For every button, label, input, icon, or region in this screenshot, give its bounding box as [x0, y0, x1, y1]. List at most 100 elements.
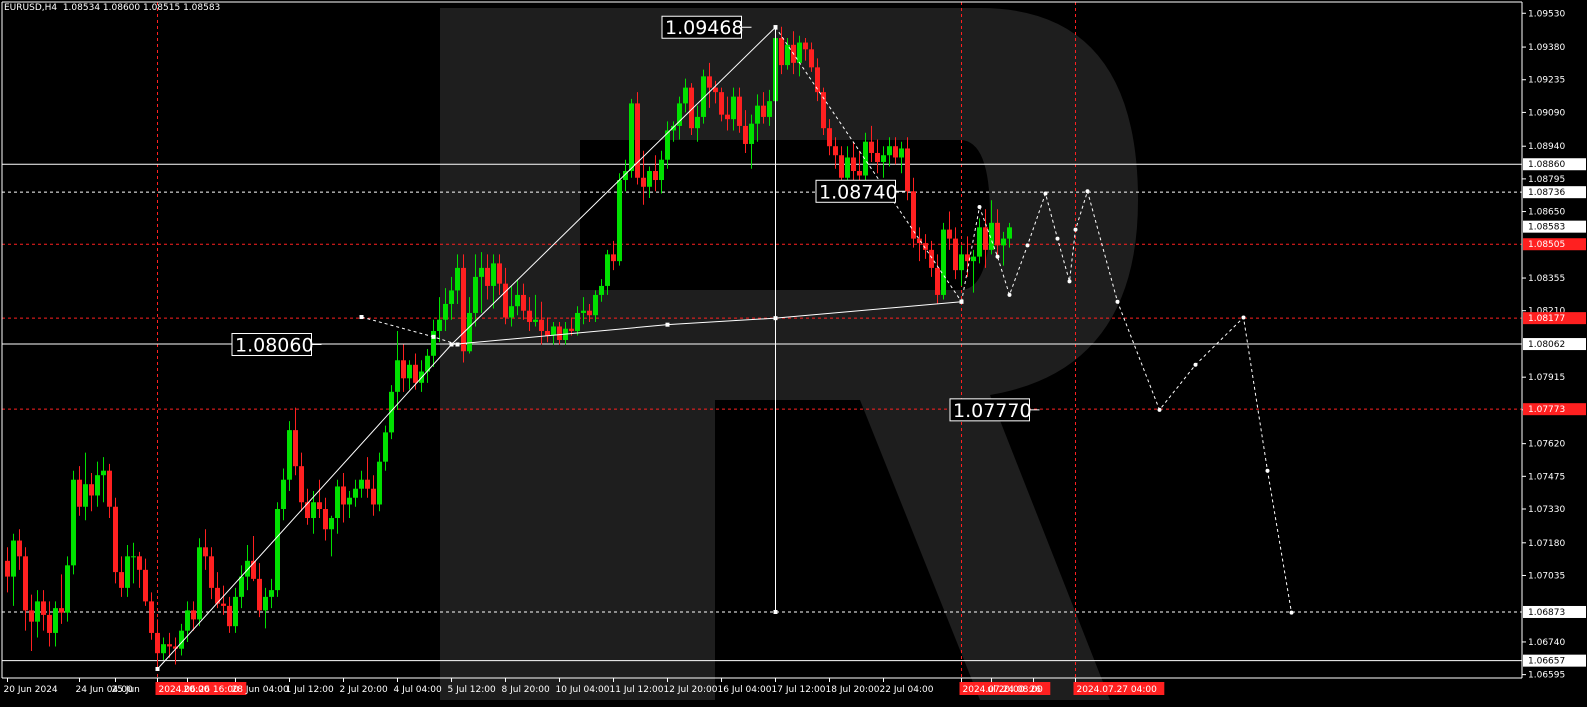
candle-body [761, 105, 766, 117]
candle-body [413, 364, 418, 383]
candle-body [263, 596, 268, 611]
y-tick-label: 1.08940 [1528, 142, 1565, 152]
y-tick-label: 1.08355 [1528, 274, 1565, 284]
candle-body [875, 152, 880, 162]
candle-body [743, 125, 748, 144]
x-tick-label: 8 Jul 20:00 [502, 685, 551, 695]
candle-body [893, 146, 898, 158]
y-tick-label: 1.07475 [1528, 472, 1565, 482]
price-marker-label: 1.08060 [235, 335, 314, 357]
candle-body [977, 227, 982, 257]
y-tick-label: 1.09235 [1528, 76, 1565, 86]
y-tick-label: 1.09090 [1528, 108, 1565, 118]
candle-body [731, 96, 736, 120]
candle-body [803, 42, 808, 50]
x-tick-label: 20 Jun 2024 [4, 685, 58, 695]
candle-body [881, 155, 886, 162]
price-chart[interactable]: 1.09468 1.08060 1.08740 1.07770 1.09530 1.09… [0, 0, 1587, 707]
candle-body [119, 572, 124, 588]
candle-body [29, 610, 34, 622]
y-tick-label: 1.06740 [1528, 638, 1565, 648]
candle-body [959, 254, 964, 271]
x-tick-label: 11 Jul 12:00 [610, 685, 664, 695]
y-tick-label: 1.08650 [1528, 208, 1565, 218]
candle-body [437, 319, 442, 331]
candle-body [929, 249, 934, 268]
candle-body [539, 319, 544, 331]
level-price-label: 1.08062 [1528, 340, 1565, 350]
candle-body [71, 479, 76, 566]
x-tick-label: 1 Jul 12:00 [286, 685, 335, 695]
x-tick-label: ul 20:00 [988, 685, 1025, 695]
candle-body [269, 590, 274, 597]
candle-body [257, 578, 262, 611]
forecast-node [1073, 227, 1078, 232]
candle-body [611, 254, 616, 262]
forecast-node [977, 205, 982, 210]
candle-body [737, 96, 742, 126]
candle-body [305, 502, 310, 519]
candle-body [995, 222, 1000, 246]
y-tick-label: 1.09380 [1528, 43, 1565, 53]
price-marker-label: 1.09468 [665, 17, 744, 39]
candle-body [161, 644, 166, 654]
forecast-node [1055, 236, 1060, 241]
candle-body [449, 290, 454, 304]
x-tick-label: 12 Jul 20:00 [664, 685, 718, 695]
candle-body [1007, 227, 1012, 239]
candle-body [83, 484, 88, 507]
candle-body [11, 540, 16, 577]
candle-body [197, 547, 202, 620]
candle-body [767, 101, 772, 117]
candle-body [191, 610, 196, 620]
candle-body [473, 276, 478, 313]
candle-body [683, 87, 688, 104]
candle-body [467, 312, 472, 352]
candle-body [827, 128, 832, 147]
candle-body [35, 601, 40, 622]
candle-body [1001, 238, 1006, 246]
candle-body [983, 227, 988, 250]
structure-node [455, 342, 460, 347]
candle-body [707, 76, 712, 88]
y-tick-label: 1.08795 [1528, 175, 1565, 185]
x-tick-label: 28 Jun 04:00 [232, 685, 289, 695]
candle-body [221, 603, 226, 606]
candle-body [749, 123, 754, 144]
candle-body [605, 254, 610, 286]
candle-body [149, 601, 154, 633]
forecast-node [1115, 299, 1120, 304]
candle-body [953, 238, 958, 271]
candle-body [725, 114, 730, 120]
candle-body [185, 610, 190, 631]
candle-body [491, 263, 496, 286]
candle-body [581, 310, 586, 313]
candle-body [647, 171, 652, 187]
forecast-node [1157, 407, 1162, 412]
candle-body [101, 470, 106, 476]
forecast-node [1085, 189, 1090, 194]
candle-body [479, 267, 484, 277]
candle-body [575, 312, 580, 331]
candle-body [695, 116, 700, 129]
candle-body [653, 171, 658, 181]
x-tick-label: 22 Jul 04:00 [880, 685, 934, 695]
structure-node [773, 25, 778, 30]
x-tick-label: 4 Jul 04:00 [394, 685, 443, 695]
candle-body [65, 565, 70, 613]
structure-node [773, 609, 778, 614]
candle-body [527, 310, 532, 322]
candle-body [659, 159, 664, 181]
candle-body [155, 632, 160, 654]
candle-body [131, 556, 136, 558]
y-tick-label: 1.06595 [1528, 671, 1565, 681]
candle-body [167, 644, 172, 647]
level-price-label: 1.08736 [1528, 188, 1565, 198]
structure-node [665, 322, 670, 327]
candle-body [47, 614, 52, 633]
candle-body [23, 556, 28, 611]
candle-body [143, 569, 148, 602]
candle-body [107, 470, 112, 507]
candle-body [845, 157, 850, 178]
candle-body [869, 141, 874, 153]
